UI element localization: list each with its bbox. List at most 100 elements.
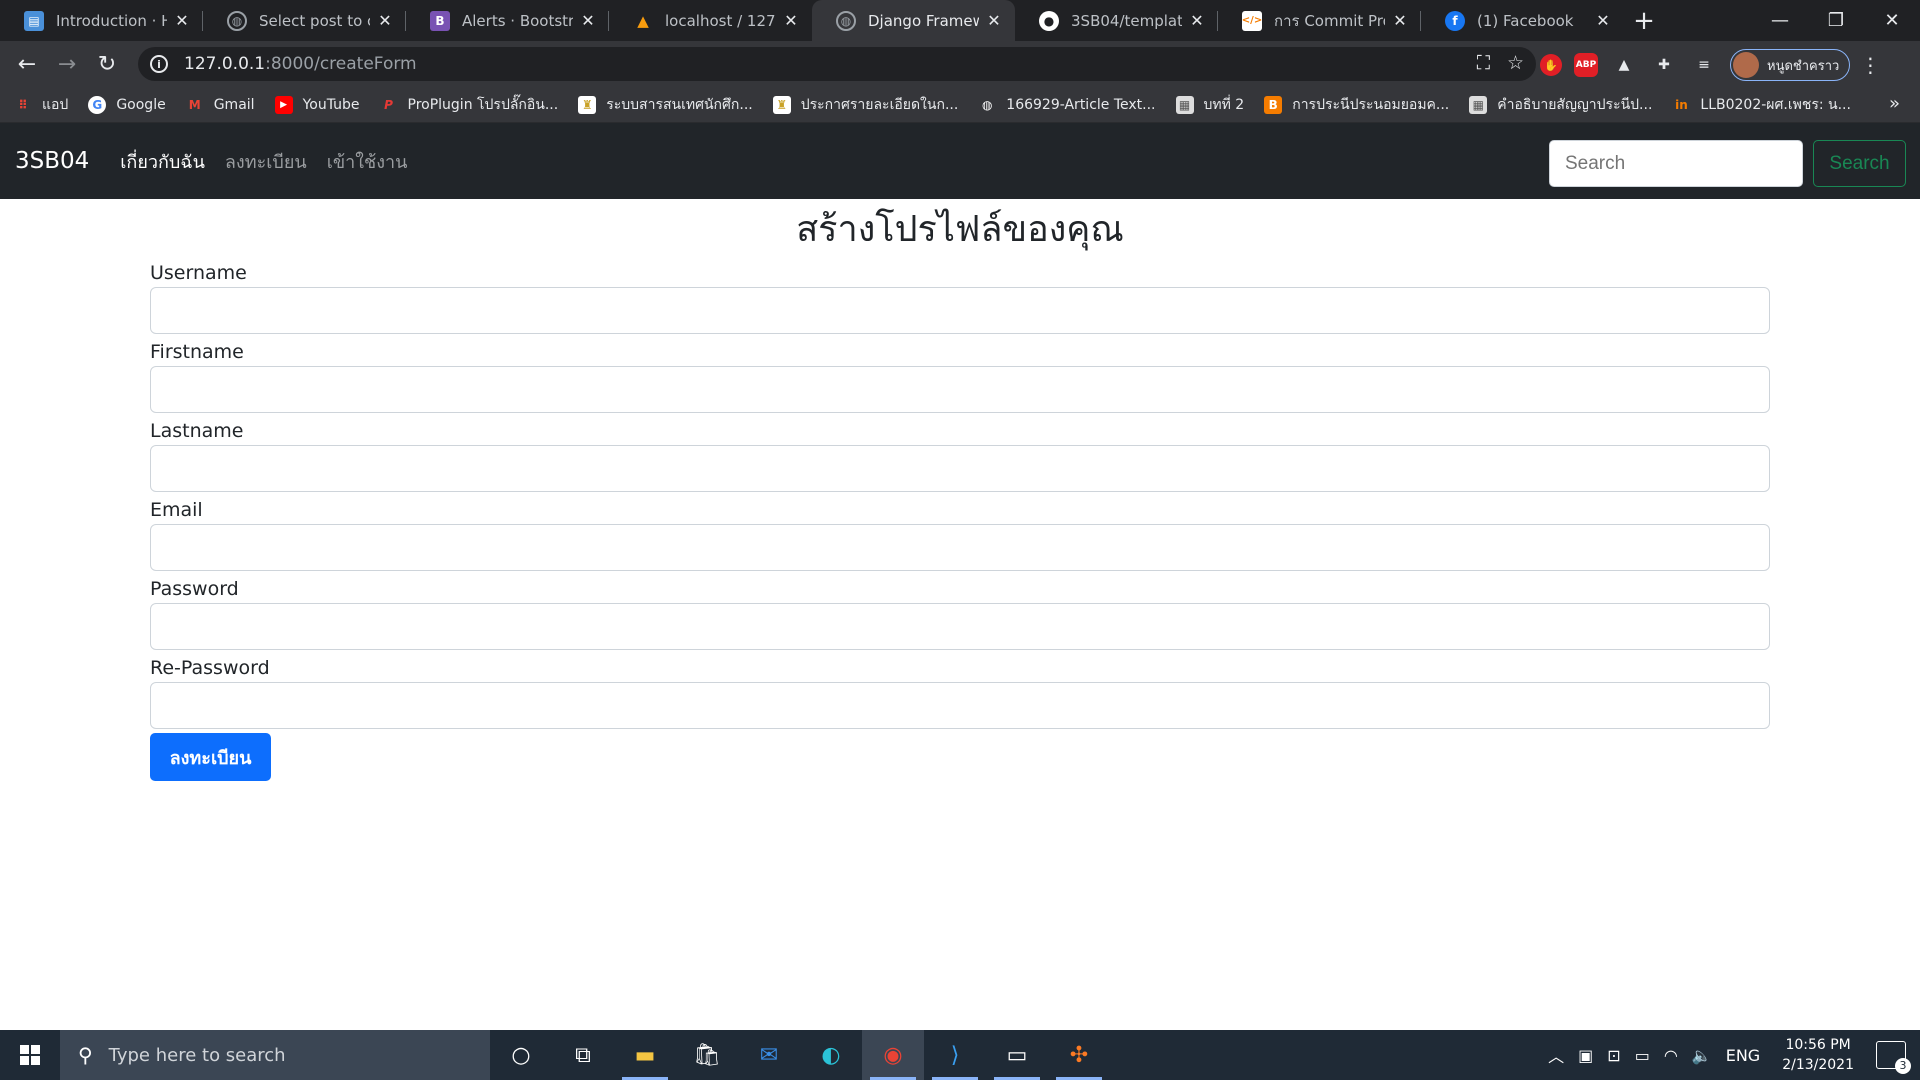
bookmark-contract[interactable]: ▦ คำอธิบายสัญญาประนีป...: [1469, 94, 1652, 116]
battery-icon[interactable]: ▭: [1635, 1046, 1650, 1065]
browser-tab[interactable]: f (1) Facebook ✕: [1421, 0, 1624, 41]
extensions-bar: ✋ ABP ▲ ✚ ≡ หนูดชำคราว ⋮: [1540, 49, 1880, 81]
bookmark-announcement[interactable]: ♜ ประกาศรายละเอียดในก...: [772, 94, 958, 116]
start-button[interactable]: [0, 1030, 60, 1080]
window-controls: — ❐ ✕: [1752, 0, 1920, 41]
url-host: 127.0.0.1: [184, 54, 266, 74]
bookmark-student-system[interactable]: ♜ ระบบสารสนเทศนักศึก...: [578, 94, 753, 116]
close-icon[interactable]: ✕: [1391, 11, 1409, 30]
tab-title: การ Commit Projec: [1274, 11, 1385, 30]
bookmark-label: ProPlugin โปรปลั๊กอิน...: [407, 96, 559, 113]
system-tray: ︿ ▣ ⊡ ▭ ◠ 🔈 ENG 10:56 PM 2/13/2021 3: [1548, 1030, 1920, 1080]
bookmark-label: คำอธิบายสัญญาประนีป...: [1497, 96, 1653, 113]
register-submit-button[interactable]: ลงทะเบียน: [150, 733, 271, 781]
drive-extension-icon[interactable]: ▲: [1610, 51, 1638, 79]
globe-icon: ◍: [836, 10, 856, 31]
close-icon[interactable]: ✕: [376, 11, 394, 30]
meet-now-icon[interactable]: ▣: [1578, 1046, 1593, 1065]
close-icon[interactable]: ✕: [173, 11, 191, 30]
puzzle-extensions-icon[interactable]: ✚: [1650, 51, 1678, 79]
close-icon[interactable]: ✕: [1594, 11, 1612, 30]
chevron-up-icon[interactable]: ︿: [1548, 1043, 1564, 1067]
cortana-icon[interactable]: ○: [490, 1030, 552, 1080]
username-field[interactable]: [150, 287, 1770, 334]
reload-icon[interactable]: ↻: [92, 49, 122, 79]
translate-icon[interactable]: ⛶: [1477, 52, 1490, 74]
browser-toolbar: ← → ↻ i 127.0.0.1:8000/createForm ⛶ ☆ ✋ …: [0, 41, 1920, 87]
form-group-lastname: Lastname: [150, 418, 1770, 492]
vscode-icon[interactable]: ⟩: [924, 1030, 986, 1080]
nav-link-register[interactable]: ลงทะเบียน: [225, 147, 307, 176]
language-indicator[interactable]: ENG: [1726, 1046, 1760, 1065]
bookmark-star-icon[interactable]: ☆: [1507, 52, 1524, 74]
repassword-field[interactable]: [150, 682, 1770, 729]
store-icon[interactable]: 🛍: [676, 1030, 738, 1080]
notification-count: 3: [1895, 1058, 1911, 1074]
profile-button[interactable]: หนูดชำคราว: [1730, 49, 1851, 81]
bookmark-chapter2[interactable]: ▦ บทที่ 2: [1175, 94, 1244, 116]
nav-link-login[interactable]: เข้าใช้งาน: [327, 147, 408, 176]
browser-tab[interactable]: ▲ localhost / 127.0.0. ✕: [609, 0, 812, 41]
create-profile-form: Username Firstname Lastname Email Passwo…: [150, 260, 1770, 781]
close-icon[interactable]: ✕: [579, 11, 597, 30]
password-field[interactable]: [150, 603, 1770, 650]
edge-icon[interactable]: ◐: [800, 1030, 862, 1080]
browser-tab[interactable]: ◍ Select post to char ✕: [203, 0, 406, 41]
clock-date: 2/13/2021: [1782, 1057, 1854, 1073]
adblock-plus-icon[interactable]: ABP: [1574, 53, 1598, 77]
terminal-icon[interactable]: ▭: [986, 1030, 1048, 1080]
notification-center-icon[interactable]: 3: [1876, 1041, 1911, 1074]
bookmark-youtube[interactable]: ▶ YouTube: [274, 95, 360, 114]
close-icon[interactable]: ✕: [782, 11, 800, 30]
university-icon: ♜: [578, 95, 597, 114]
volume-icon[interactable]: 🔈: [1692, 1046, 1712, 1065]
browser-tab[interactable]: B Alerts · Bootstrap v ✕: [406, 0, 609, 41]
bookmark-google[interactable]: G Google: [88, 95, 166, 114]
bookmark-gmail[interactable]: M Gmail: [186, 96, 255, 114]
clock[interactable]: 10:56 PM 2/13/2021: [1782, 1035, 1854, 1075]
bookmark-article[interactable]: ◍ 166929-Article Text...: [978, 96, 1155, 114]
bookmark-apps[interactable]: ⠿ แอป: [14, 94, 68, 116]
taskbar-search-box[interactable]: ⚲ Type here to search: [60, 1030, 490, 1080]
tab-title: Select post to char: [259, 11, 370, 30]
bookmark-compromise[interactable]: B การประนีประนอมยอมค...: [1264, 94, 1449, 116]
close-icon[interactable]: ✕: [985, 11, 1003, 30]
xampp-icon[interactable]: ✣: [1048, 1030, 1110, 1080]
email-field[interactable]: [150, 524, 1770, 571]
security-icon[interactable]: ⊡: [1607, 1046, 1620, 1065]
mail-icon[interactable]: ✉: [738, 1030, 800, 1080]
chrome-icon[interactable]: ◉: [862, 1030, 924, 1080]
bookmark-label: ระบบสารสนเทศนักศึก...: [606, 96, 753, 113]
university-icon: ♜: [772, 95, 791, 114]
lastname-field[interactable]: [150, 445, 1770, 492]
reading-list-icon[interactable]: ≡: [1690, 51, 1718, 79]
stop-extension-icon[interactable]: ✋: [1540, 54, 1562, 76]
site-info-icon[interactable]: i: [150, 55, 168, 73]
close-window-icon[interactable]: ✕: [1864, 0, 1920, 41]
task-view-icon[interactable]: ⧉: [552, 1030, 614, 1080]
menu-kebab-icon[interactable]: ⋮: [1860, 53, 1880, 77]
bookmark-llb0202[interactable]: in LLB0202-ผศ.เพชร: น...: [1672, 94, 1851, 116]
file-explorer-icon[interactable]: ▬: [614, 1030, 676, 1080]
search-button[interactable]: Search: [1813, 140, 1906, 187]
nav-link-about[interactable]: เกี่ยวกับฉัน: [120, 147, 205, 176]
minimize-icon[interactable]: —: [1752, 0, 1808, 41]
bootstrap-icon: B: [430, 10, 450, 31]
back-icon[interactable]: ←: [12, 49, 42, 79]
bookmark-proplugin[interactable]: P ProPlugin โปรปลั๊กอิน...: [380, 94, 559, 116]
restore-icon[interactable]: ❐: [1808, 0, 1864, 41]
browser-tab[interactable]: ▤ Introduction · Hom ✕: [0, 0, 203, 41]
wifi-icon[interactable]: ◠: [1664, 1046, 1678, 1065]
form-group-password: Password: [150, 576, 1770, 650]
search-input[interactable]: [1549, 140, 1803, 187]
firstname-field[interactable]: [150, 366, 1770, 413]
navbar-brand[interactable]: 3SB04: [15, 148, 89, 174]
browser-tab[interactable]: </> การ Commit Projec ✕: [1218, 0, 1421, 41]
address-bar[interactable]: i 127.0.0.1:8000/createForm ⛶ ☆: [138, 47, 1536, 81]
browser-tab-active[interactable]: ◍ Django Framework ✕: [812, 0, 1015, 41]
new-tab-button[interactable]: +: [1624, 0, 1664, 41]
close-icon[interactable]: ✕: [1188, 11, 1206, 30]
forward-icon[interactable]: →: [52, 49, 82, 79]
more-bookmarks-icon[interactable]: »: [1889, 93, 1900, 114]
browser-tab[interactable]: ● 3SB04/templates a ✕: [1015, 0, 1218, 41]
